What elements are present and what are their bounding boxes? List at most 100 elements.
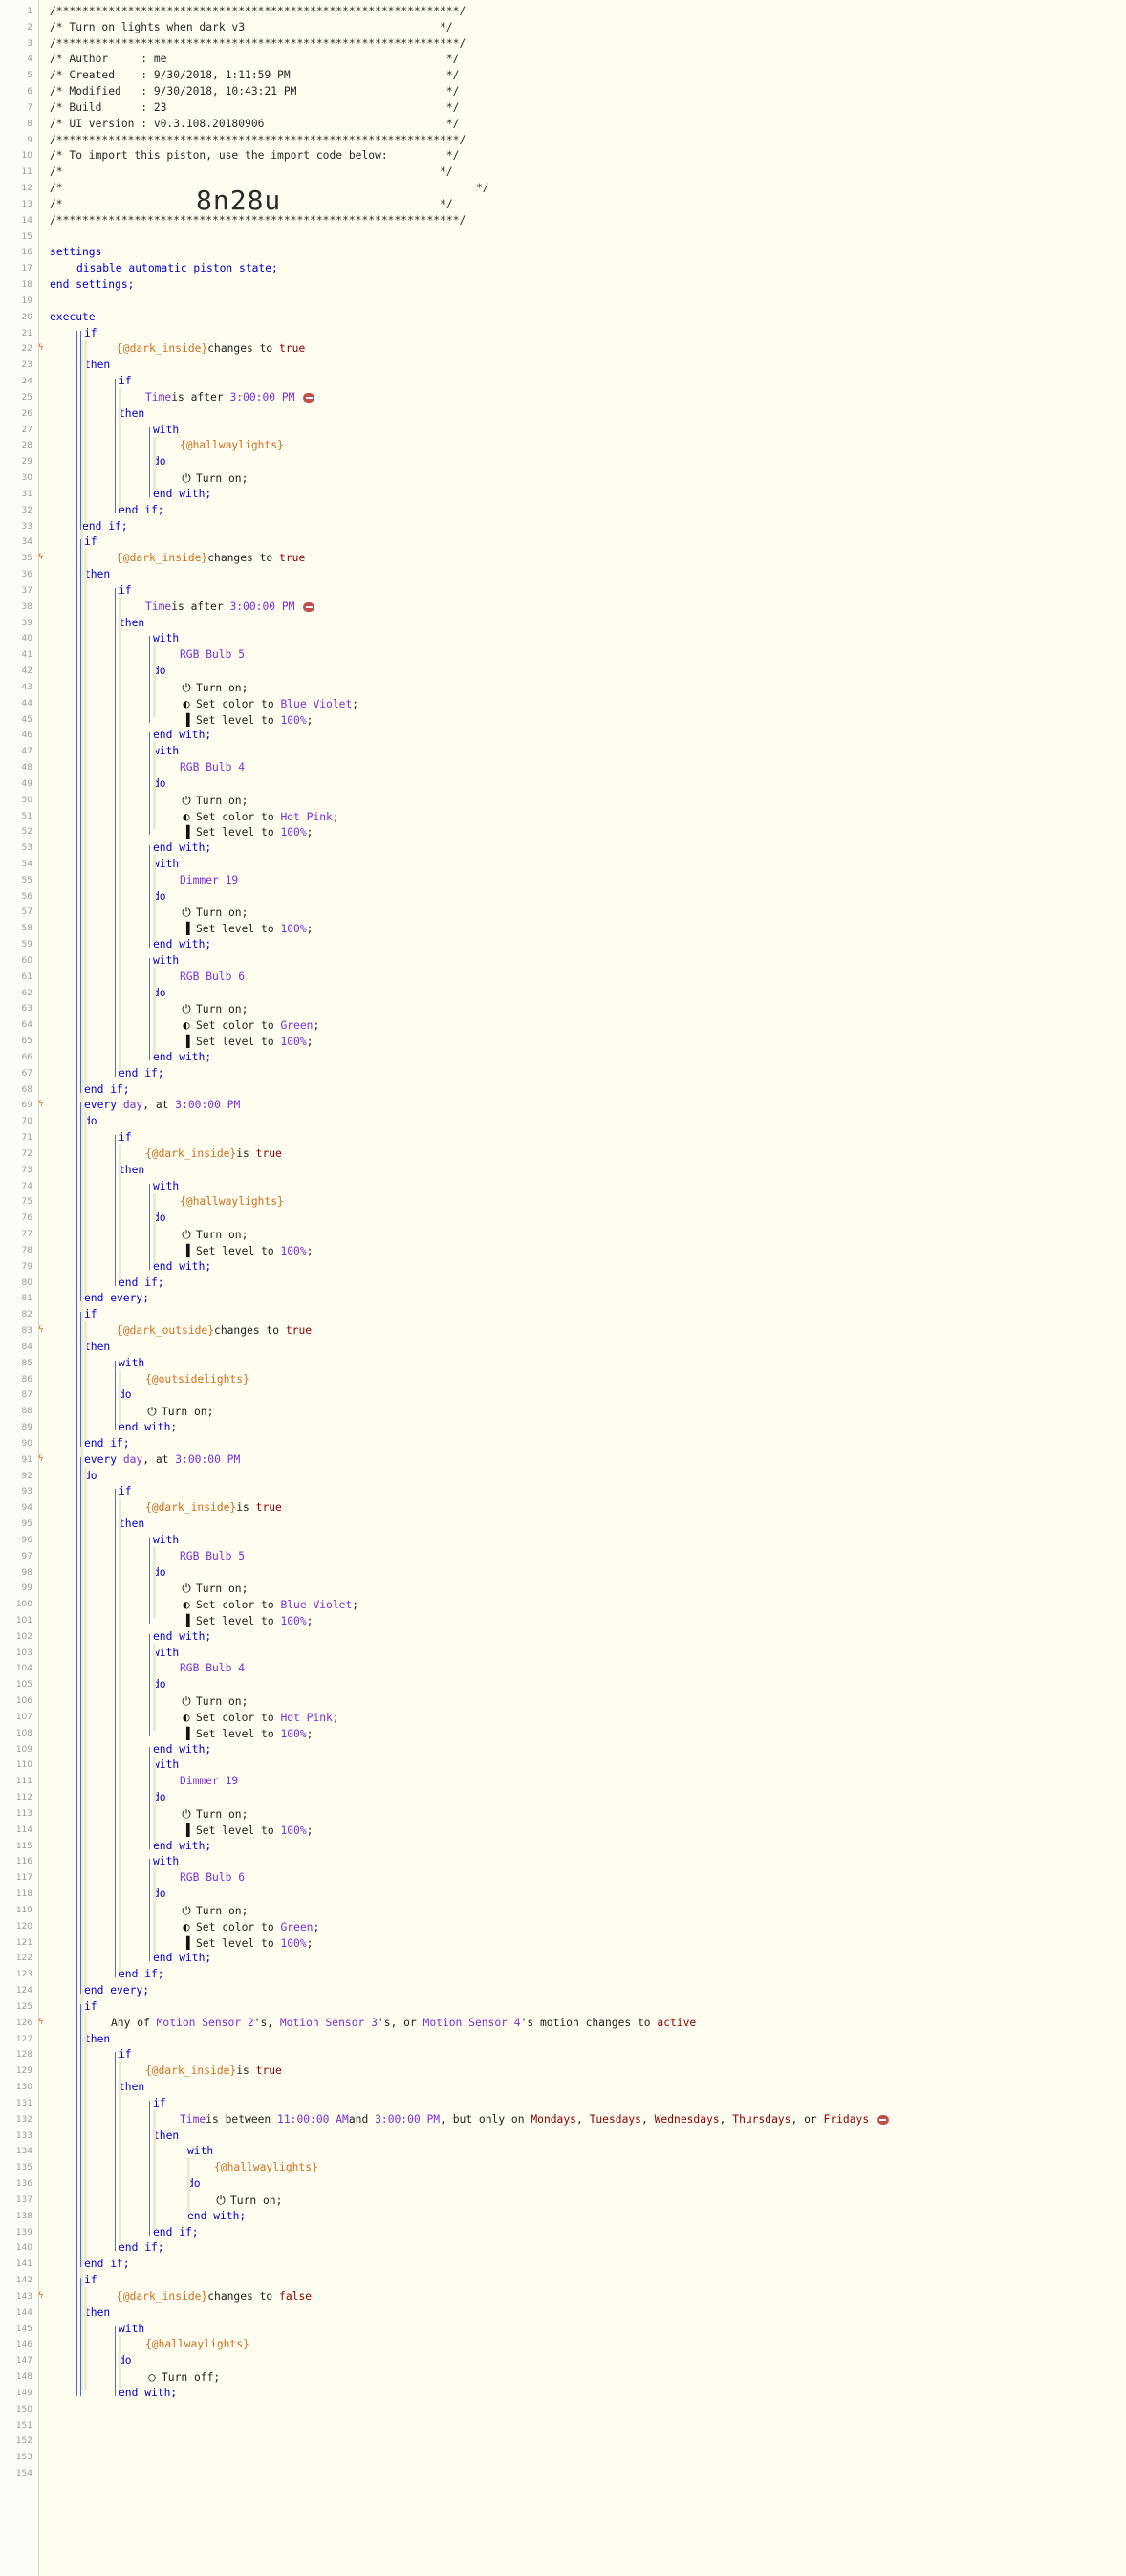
token: if: [119, 375, 132, 388]
remove-condition-icon[interactable]: [303, 392, 315, 403]
code-line: ◐ Set color to Blue Violet;: [180, 1598, 358, 1611]
code-line: with: [153, 745, 179, 757]
token: ;: [352, 697, 359, 710]
block-band: [153, 967, 156, 1055]
token: RGB Bulb 4: [180, 1662, 246, 1675]
token: /* UI version : v0.3.108.20180906 */: [50, 117, 460, 130]
token: ;: [306, 923, 314, 936]
block-guide: [80, 1102, 81, 1302]
code-line: end every;: [84, 1984, 149, 1997]
power-icon: ⏻: [182, 1582, 191, 1596]
code-line: {@hallwaylights}: [214, 2161, 318, 2173]
line-number: 11: [21, 167, 32, 178]
token: /*: [50, 182, 63, 195]
token: Dimmer 19: [180, 1775, 239, 1788]
token: 100%: [280, 1823, 307, 1837]
header-comment: /***************************************…: [50, 5, 466, 17]
line-number: 141: [15, 2259, 32, 2270]
level-icon: ▐: [183, 1035, 190, 1049]
token: end every;: [84, 1292, 150, 1305]
token: ;: [306, 1727, 314, 1740]
block-band: [84, 1466, 87, 1989]
line-number: 36: [21, 570, 32, 580]
code-line: if: [84, 1308, 97, 1321]
code-line: {@dark_outside}changes to true: [117, 1324, 312, 1337]
block-guide: [80, 2278, 81, 2396]
line-number: 73: [21, 1165, 32, 1175]
block-band: [153, 1756, 156, 1844]
code-line: with: [153, 1180, 179, 1192]
token: Hot Pink: [280, 1711, 333, 1724]
block-guide: [80, 330, 81, 530]
token: end if;: [119, 1276, 164, 1289]
remove-condition-icon[interactable]: [303, 601, 315, 612]
power-icon: ⏻: [182, 793, 191, 807]
token: Any of: [111, 2016, 150, 2029]
header-comment: /* Author : me */: [50, 53, 459, 65]
code-line: end if;: [82, 520, 128, 533]
block-band: [84, 549, 87, 1087]
token: Set color to: [196, 1920, 274, 1933]
power-icon: ⏻: [182, 1002, 191, 1016]
token: end with;: [153, 1742, 212, 1756]
token: Fridays: [823, 2112, 870, 2126]
code-line: then: [84, 1341, 110, 1353]
token: /***************************************…: [50, 5, 466, 17]
token: /* Modified : 9/30/2018, 10:43:21 PM */: [50, 85, 460, 98]
line-number: 87: [21, 1390, 32, 1401]
line-number: 103: [15, 1648, 32, 1658]
block-band: [119, 2062, 121, 2246]
line-number: 107: [15, 1712, 32, 1722]
code-line: {@dark_inside}changes to false: [117, 2290, 312, 2303]
line-number: 37: [21, 585, 32, 596]
code-line: end if;: [119, 1277, 164, 1289]
block-guide: [149, 957, 150, 1060]
level-icon: ▐: [183, 1614, 190, 1627]
block-band: [153, 1192, 156, 1264]
token: if: [119, 1131, 132, 1145]
line-number: 147: [15, 2356, 32, 2367]
code-line: {@hallwaylights}: [180, 439, 284, 451]
line-number: 133: [15, 2130, 32, 2141]
code-line: ◐ Set color to Green;: [180, 1018, 319, 1032]
line-number: 16: [21, 248, 32, 258]
token: Thursdays: [732, 2112, 791, 2126]
token: if: [84, 535, 97, 549]
token: then: [119, 2081, 145, 2094]
line-number: 120: [15, 1921, 32, 1932]
token: Turn on;: [162, 1406, 214, 1419]
line-number: 78: [21, 1245, 32, 1255]
token: 100%: [280, 923, 307, 936]
token: changes to: [207, 552, 273, 565]
code-line: Dimmer 19: [180, 874, 238, 886]
remove-condition-icon[interactable]: [877, 2114, 889, 2125]
block-band: [153, 2109, 156, 2230]
block-band: [84, 2013, 87, 2262]
code-line: ⏻ Turn on;: [180, 794, 248, 808]
token: end if;: [82, 519, 128, 533]
code-line: end with;: [153, 841, 211, 854]
trigger-icon: ϟ: [38, 343, 44, 354]
code-line: end if;: [119, 1968, 164, 1980]
line-number: 71: [21, 1133, 32, 1144]
token: with: [119, 2322, 145, 2335]
token: with: [119, 1356, 145, 1369]
line-number: 75: [21, 1197, 32, 1208]
block-band: [153, 855, 156, 943]
token: if: [119, 2048, 132, 2062]
token: end every;: [84, 1984, 150, 1997]
token: then: [84, 2305, 111, 2319]
token: ;: [306, 1936, 314, 1950]
line-number: 104: [15, 1664, 32, 1674]
line-number: 115: [15, 1841, 32, 1851]
header-comment: /* */: [50, 198, 453, 210]
token: Turn on;: [196, 794, 249, 807]
token: then: [84, 359, 111, 372]
code-line: ▐ Set level to 100%;: [180, 713, 313, 727]
line-number: 26: [21, 408, 32, 419]
block-guide: [149, 426, 150, 497]
token: then: [119, 1163, 145, 1176]
code-line: {@dark_inside}changes to true: [117, 342, 305, 355]
line-number: 94: [21, 1503, 32, 1514]
block-band: [153, 645, 156, 717]
